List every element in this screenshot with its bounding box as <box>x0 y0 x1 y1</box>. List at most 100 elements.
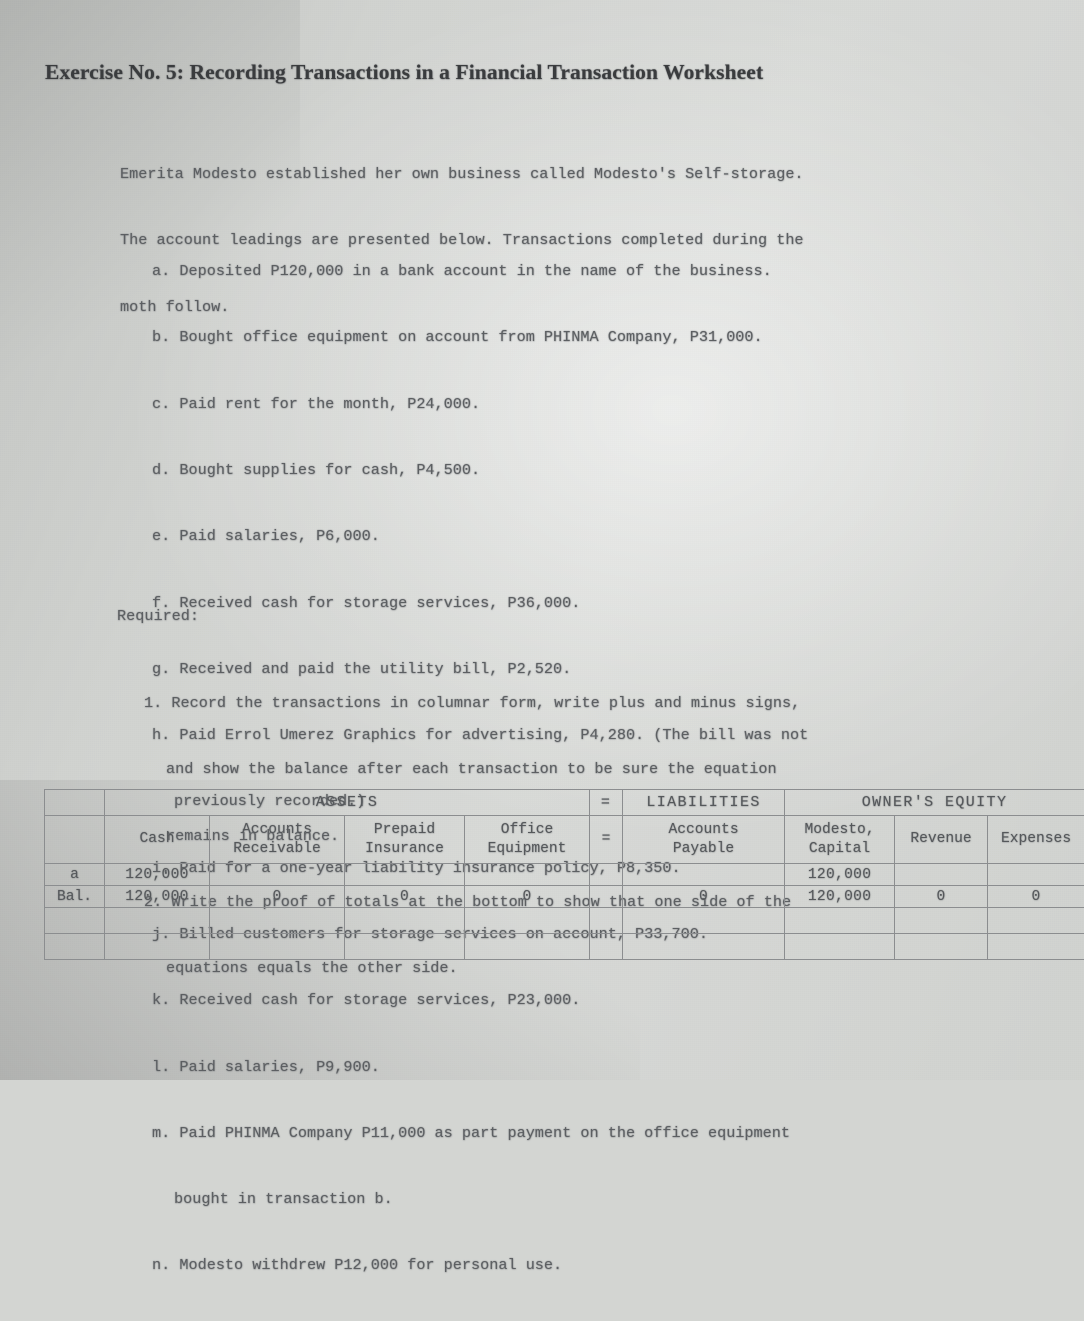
row-label-bal: Bal. <box>45 886 105 908</box>
table-row <box>45 908 1084 934</box>
column-header-expenses: Expenses <box>988 816 1084 864</box>
row-label-blank-2 <box>45 934 105 960</box>
table-row: a 120,000 120,000 <box>45 864 1084 886</box>
cell-modesto-capital-a: 120,000 <box>785 864 895 886</box>
cell-equals-bal <box>590 886 623 908</box>
transaction-text-d: Bought supplies for cash, P4,500. <box>179 461 480 479</box>
cell-expenses-blank-2 <box>988 934 1084 960</box>
worksheet-group-header-row: ASSETS = LIABILITIES OWNER'S EQUITY <box>45 790 1084 816</box>
column-header-prepaid-insurance-line1: Prepaid <box>374 822 435 838</box>
group-header-spacer <box>45 790 105 816</box>
transaction-text-c: Paid rent for the month, P24,000. <box>179 395 480 413</box>
group-header-assets: ASSETS <box>105 790 590 816</box>
column-header-office-equipment-line1: Office <box>501 822 554 838</box>
transaction-text-f: Received cash for storage services, P36,… <box>179 594 580 612</box>
column-header-accounts-payable-line1: Accounts <box>669 822 739 838</box>
transaction-text-e: Paid salaries, P6,000. <box>179 527 380 545</box>
column-header-accounts-payable-line2: Payable <box>673 841 734 857</box>
required-text-2-line-2: equations equals the other side. <box>144 957 1034 979</box>
transaction-item-d: d. Bought supplies for cash, P4,500. <box>152 459 1032 481</box>
required-heading: Required: <box>117 605 199 627</box>
cell-accounts-payable-bal: 0 <box>623 886 785 908</box>
transaction-item-l: l. Paid salaries, P9,900. <box>152 1056 1032 1078</box>
cell-prepaid-insurance-bal: 0 <box>345 886 465 908</box>
transaction-item-m: m. Paid PHINMA Company P11,000 as part p… <box>152 1122 1032 1144</box>
table-row <box>45 934 1084 960</box>
required-item-1: 1. Record the transactions in columnar f… <box>144 692 1034 714</box>
transaction-text-b: Bought office equipment on account from … <box>179 328 762 346</box>
group-header-liabilities: LIABILITIES <box>623 790 785 816</box>
required-text-1-line-2: and show the balance after each transact… <box>144 758 1034 780</box>
cell-cash-blank-1 <box>105 908 210 934</box>
cell-accounts-payable-blank-2 <box>623 934 785 960</box>
row-label-a: a <box>45 864 105 886</box>
transaction-item-b: b. Bought office equipment on account fr… <box>152 326 1032 348</box>
cell-prepaid-insurance-blank-1 <box>345 908 465 934</box>
column-header-office-equipment: Office Equipment <box>465 816 590 864</box>
cell-cash-bal: 120,000 <box>105 886 210 908</box>
column-header-prepaid-insurance-line2: Insurance <box>365 841 444 857</box>
cell-accounts-receivable-a <box>210 864 345 886</box>
column-header-prepaid-insurance: Prepaid Insurance <box>345 816 465 864</box>
transaction-text-m: Paid PHINMA Company P11,000 as part paym… <box>179 1124 790 1142</box>
cell-accounts-receivable-blank-2 <box>210 934 345 960</box>
transaction-item-e: e. Paid salaries, P6,000. <box>152 525 1032 547</box>
transaction-item-a: a. Deposited P120,000 in a bank account … <box>152 260 1032 282</box>
column-header-revenue: Revenue <box>895 816 988 864</box>
cell-modesto-capital-blank-2 <box>785 934 895 960</box>
transaction-item-f: f. Received cash for storage services, P… <box>152 592 1032 614</box>
transaction-label-c: c. <box>152 395 170 413</box>
group-header-owners-equity: OWNER'S EQUITY <box>785 790 1084 816</box>
transaction-text-l: Paid salaries, P9,900. <box>179 1058 380 1076</box>
intro-line-1: Emerita Modesto established her own busi… <box>120 163 1000 185</box>
cell-prepaid-insurance-blank-2 <box>345 934 465 960</box>
column-header-office-equipment-line2: Equipment <box>488 841 567 857</box>
transaction-item-c: c. Paid rent for the month, P24,000. <box>152 393 1032 415</box>
column-header-accounts-payable: Accounts Payable <box>623 816 785 864</box>
column-header-modesto-capital: Modesto, Capital <box>785 816 895 864</box>
cell-cash-blank-2 <box>105 934 210 960</box>
cell-accounts-receivable-blank-1 <box>210 908 345 934</box>
financial-transaction-worksheet-table: ASSETS = LIABILITIES OWNER'S EQUITY Cash… <box>44 789 1084 960</box>
transaction-label-l: l. <box>152 1058 170 1076</box>
cell-equals-blank-2 <box>590 934 623 960</box>
cell-accounts-payable-blank-1 <box>623 908 785 934</box>
cell-prepaid-insurance-a <box>345 864 465 886</box>
column-header-row-label <box>45 816 105 864</box>
transaction-text-a: Deposited P120,000 in a bank account in … <box>179 262 771 280</box>
cell-modesto-capital-bal: 120,000 <box>785 886 895 908</box>
worksheet-column-header-row: Cash AccountsReceivable Prepaid Insurance… <box>45 816 1084 864</box>
cell-equals-a <box>590 864 623 886</box>
column-header-accounts-receivable-line1: Accounts <box>242 822 312 838</box>
required-text-1-line-1: Record the transactions in columnar form… <box>171 694 800 712</box>
column-header-accounts-receivable: AccountsReceivable <box>210 816 345 864</box>
cell-accounts-receivable-bal: 0 <box>210 886 345 908</box>
group-header-equals: = <box>590 790 623 816</box>
page-title: Exercise No. 5: Recording Transactions i… <box>45 60 1035 85</box>
cell-office-equipment-bal: 0 <box>465 886 590 908</box>
transaction-item-m-continuation: bought in transaction b. <box>152 1188 1032 1210</box>
column-header-cash: Cash <box>105 816 210 864</box>
column-header-modesto-capital-line2: Capital <box>809 841 870 857</box>
transaction-label-a: a. <box>152 262 170 280</box>
transaction-label-m: m. <box>152 1124 170 1142</box>
cell-revenue-blank-2 <box>895 934 988 960</box>
cell-equals-blank-1 <box>590 908 623 934</box>
cell-office-equipment-blank-1 <box>465 908 590 934</box>
cell-office-equipment-a <box>465 864 590 886</box>
cell-revenue-blank-1 <box>895 908 988 934</box>
column-header-equals-sign: = <box>590 816 623 864</box>
transaction-text-n: Modesto withdrew P12,000 for personal us… <box>179 1256 562 1274</box>
row-label-blank-1 <box>45 908 105 934</box>
cell-revenue-bal: 0 <box>895 886 988 908</box>
transaction-label-b: b. <box>152 328 170 346</box>
cell-cash-a: 120,000 <box>105 864 210 886</box>
cell-expenses-a <box>988 864 1084 886</box>
cell-expenses-bal: 0 <box>988 886 1084 908</box>
column-header-modesto-capital-line1: Modesto, <box>805 822 875 838</box>
transaction-label-n: n. <box>152 1256 170 1274</box>
cell-accounts-payable-a <box>623 864 785 886</box>
cell-expenses-blank-1 <box>988 908 1084 934</box>
transaction-item-n: n. Modesto withdrew P12,000 for personal… <box>152 1254 1032 1276</box>
table-row: Bal. 120,000 0 0 0 0 120,000 0 0 <box>45 886 1084 908</box>
